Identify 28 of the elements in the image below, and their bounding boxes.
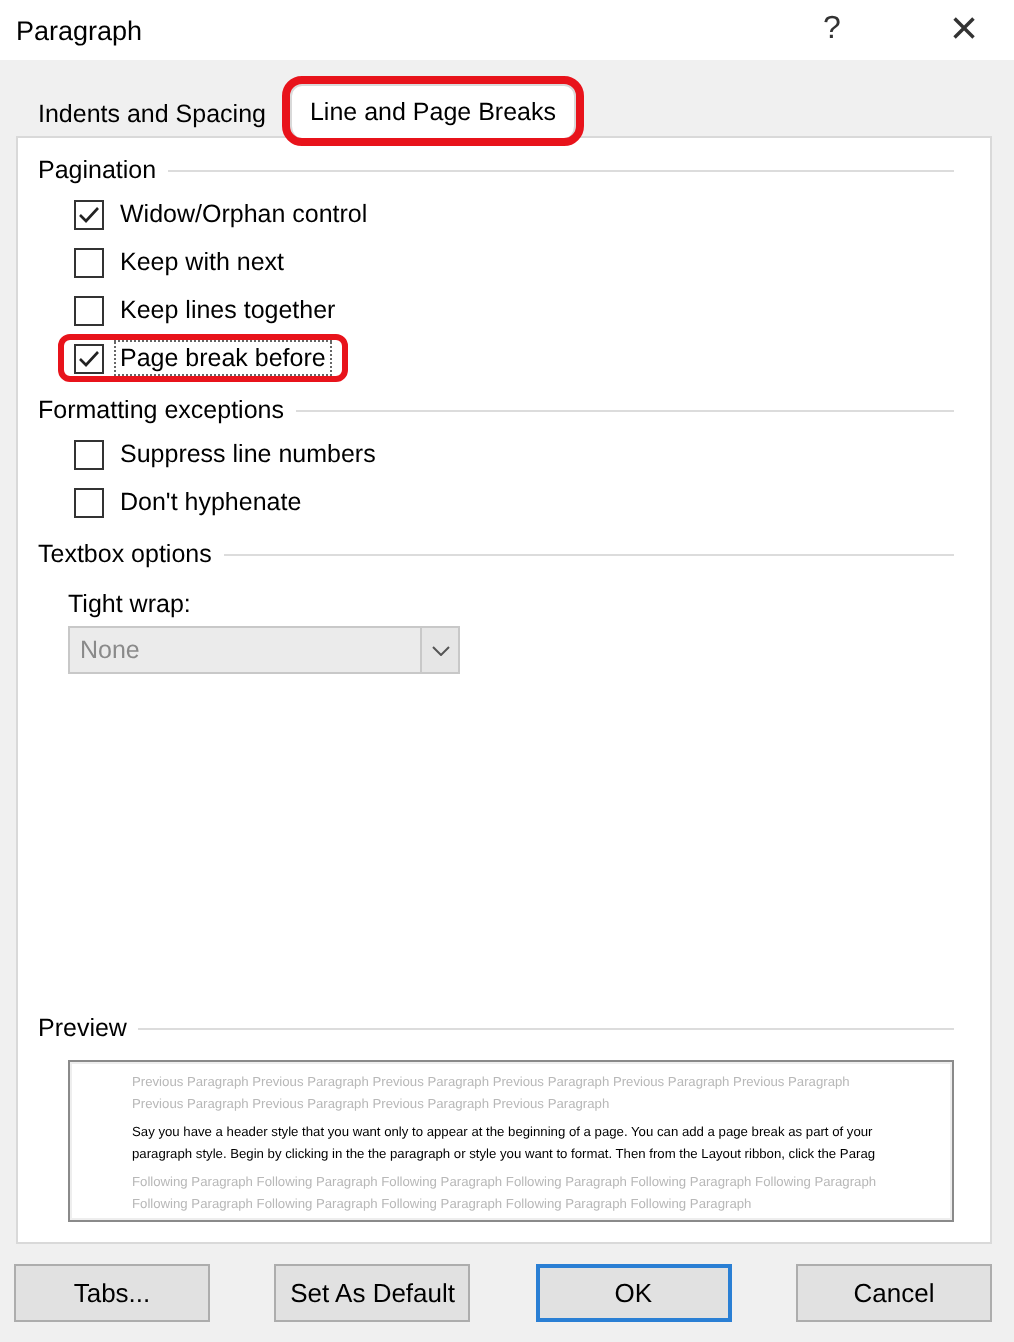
dialog-button[interactable]: Set As Default [274,1264,471,1322]
close-button[interactable]: × [934,2,994,58]
dialog-button[interactable]: Cancel [795,1264,992,1322]
checkbox-label[interactable]: Suppress line numbers [114,436,382,472]
checkmark-icon [78,205,100,223]
checkbox[interactable] [74,295,104,325]
group-heading: Preview [38,1014,127,1042]
checkbox[interactable] [74,199,104,229]
chevron-down-icon [431,645,449,655]
help-button[interactable]: ? [802,12,862,48]
checkmark-icon [78,349,100,367]
checkbox-label[interactable]: Widow/Orphan control [114,196,374,232]
checkbox-label[interactable]: Keep lines together [114,292,342,328]
checkbox-label[interactable]: Page break before [114,340,332,376]
checkbox[interactable] [74,343,104,373]
checkbox[interactable] [74,439,104,469]
group-heading: Textbox options [38,540,212,568]
checkbox-label[interactable]: Keep with next [114,244,290,280]
checkbox[interactable] [74,487,104,517]
group-heading: Pagination [38,156,157,184]
tab[interactable]: Indents and Spacing [18,88,286,136]
window-title: Paragraph [16,15,145,45]
dialog-button[interactable]: Tabs... [14,1264,210,1322]
checkbox-label[interactable]: Don't hyphenate [114,484,308,520]
group-heading: Formatting exceptions [38,396,284,424]
dialog-button[interactable]: OK [535,1264,732,1322]
field-label: Tight wrap: [68,588,193,622]
checkbox[interactable] [74,247,104,277]
